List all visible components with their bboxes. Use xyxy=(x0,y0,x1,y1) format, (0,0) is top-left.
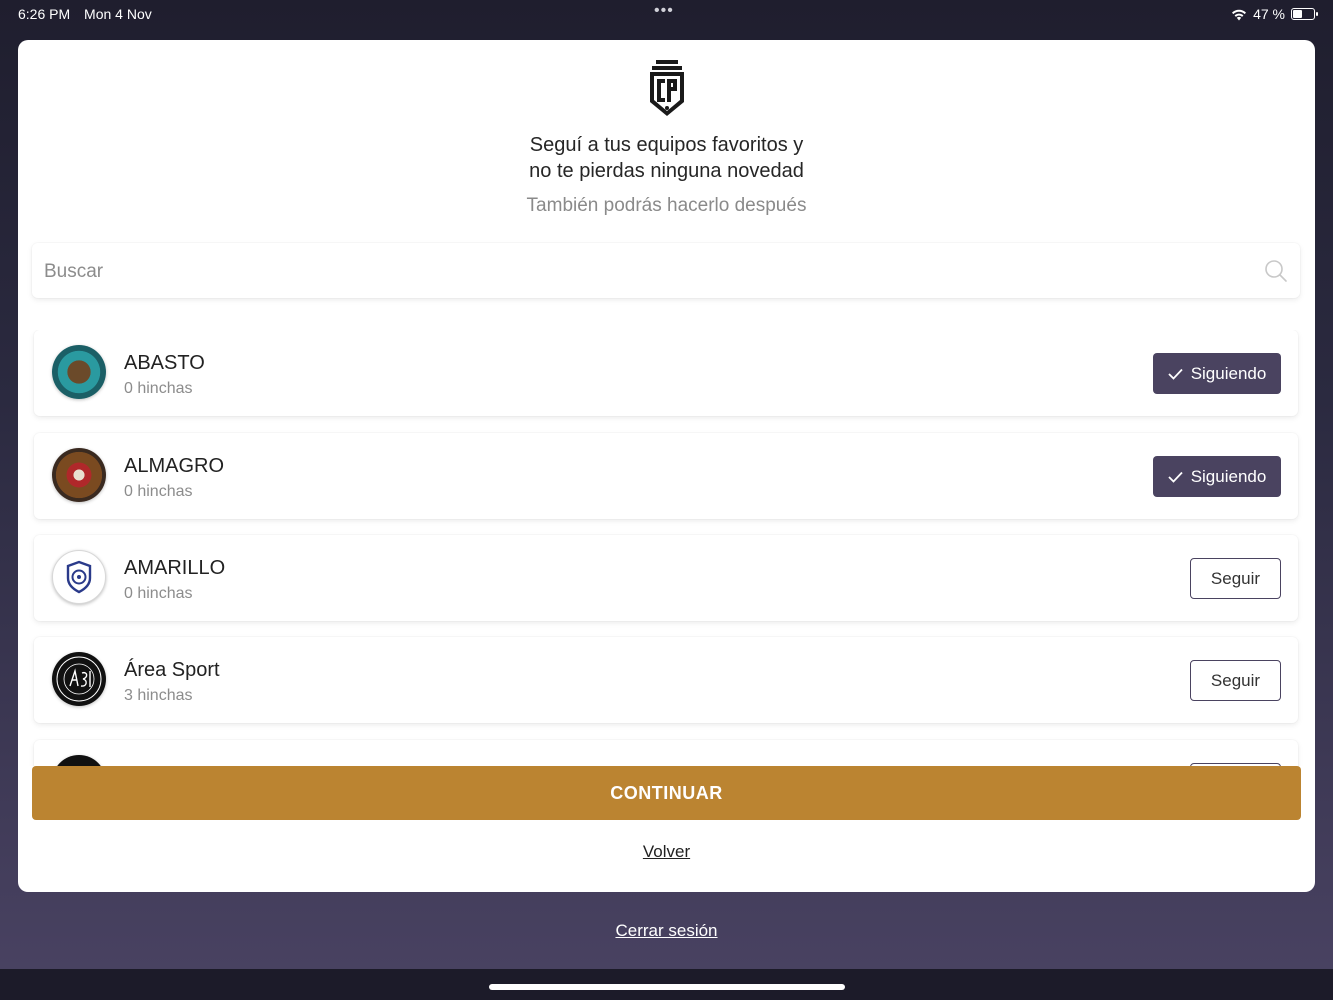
following-button-label: Siguiendo xyxy=(1190,363,1267,383)
headline-line-1: Seguí a tus equipos favoritos y xyxy=(529,134,804,156)
wifi-icon xyxy=(1232,9,1247,20)
team-crest-almagro xyxy=(52,448,106,502)
team-name: ABASTO xyxy=(124,352,205,374)
team-row-partial xyxy=(34,740,1298,766)
follow-teams-card: Seguí a tus equipos favoritos y no te pi… xyxy=(18,40,1315,892)
team-row-abasto: ABASTO 0 hinchas Siguiendo xyxy=(34,330,1298,416)
status-time: 6:26 PM xyxy=(18,6,71,22)
team-fans-count: 0 hinchas xyxy=(124,380,193,397)
team-row-almagro: ALMAGRO 0 hinchas Siguiendo xyxy=(34,433,1298,519)
follow-button[interactable]: Seguir xyxy=(1190,558,1281,599)
team-crest-abasto xyxy=(52,345,106,399)
team-name: ALMAGRO xyxy=(124,455,225,477)
multitasking-dots[interactable]: ••• xyxy=(654,2,674,20)
shield-ball-icon xyxy=(66,560,92,594)
area-sport-crest-icon xyxy=(56,656,102,702)
following-button[interactable]: Siguiendo xyxy=(1153,456,1281,497)
back-link[interactable]: Volver xyxy=(18,842,1315,862)
team-fans-count: 0 hinchas xyxy=(124,483,193,500)
search-box xyxy=(32,243,1300,300)
team-row-amarillo: AMARILLO 0 hinchas Seguir xyxy=(34,535,1298,621)
team-crest xyxy=(52,755,106,766)
follow-button[interactable]: Seguir xyxy=(1190,660,1281,701)
copa-potrero-logo xyxy=(650,60,684,116)
logout-link[interactable]: Cerrar sesión xyxy=(0,921,1333,941)
status-bar: 6:26 PM Mon 4 Nov ••• 47 % xyxy=(0,0,1333,30)
team-fans-count: 3 hinchas xyxy=(124,687,193,704)
team-name: Área Sport xyxy=(124,659,220,681)
team-crest-area-sport xyxy=(52,652,106,706)
status-time-date: 6:26 PM Mon 4 Nov xyxy=(18,6,162,22)
status-date: Mon 4 Nov xyxy=(84,6,152,22)
home-indicator[interactable] xyxy=(489,984,845,990)
page-subtitle: También podrás hacerlo después xyxy=(526,195,807,216)
team-fans-count: 0 hinchas xyxy=(124,585,193,602)
following-button-label: Siguiendo xyxy=(1190,466,1267,486)
team-list[interactable]: ABASTO 0 hinchas Siguiendo ALMAGRO 0 hin… xyxy=(18,330,1315,766)
search-input[interactable] xyxy=(42,243,1246,300)
battery-percent: 47 % xyxy=(1253,6,1285,22)
check-icon xyxy=(1168,368,1183,380)
battery-icon xyxy=(1291,8,1318,20)
page-headline: Seguí a tus equipos favoritos y no te pi… xyxy=(18,132,1315,184)
team-crest-amarillo xyxy=(52,550,106,604)
status-indicators: 47 % xyxy=(1231,6,1318,22)
team-name: AMARILLO xyxy=(124,557,226,579)
following-button[interactable]: Siguiendo xyxy=(1153,353,1281,394)
team-row-area-sport: Área Sport 3 hinchas Seguir xyxy=(34,637,1298,723)
search-icon[interactable] xyxy=(1264,259,1288,283)
check-icon xyxy=(1168,471,1183,483)
home-bar xyxy=(0,969,1333,1000)
continue-button[interactable]: CONTINUAR xyxy=(32,766,1301,820)
headline-line-2: no te pierdas ninguna novedad xyxy=(529,160,804,182)
